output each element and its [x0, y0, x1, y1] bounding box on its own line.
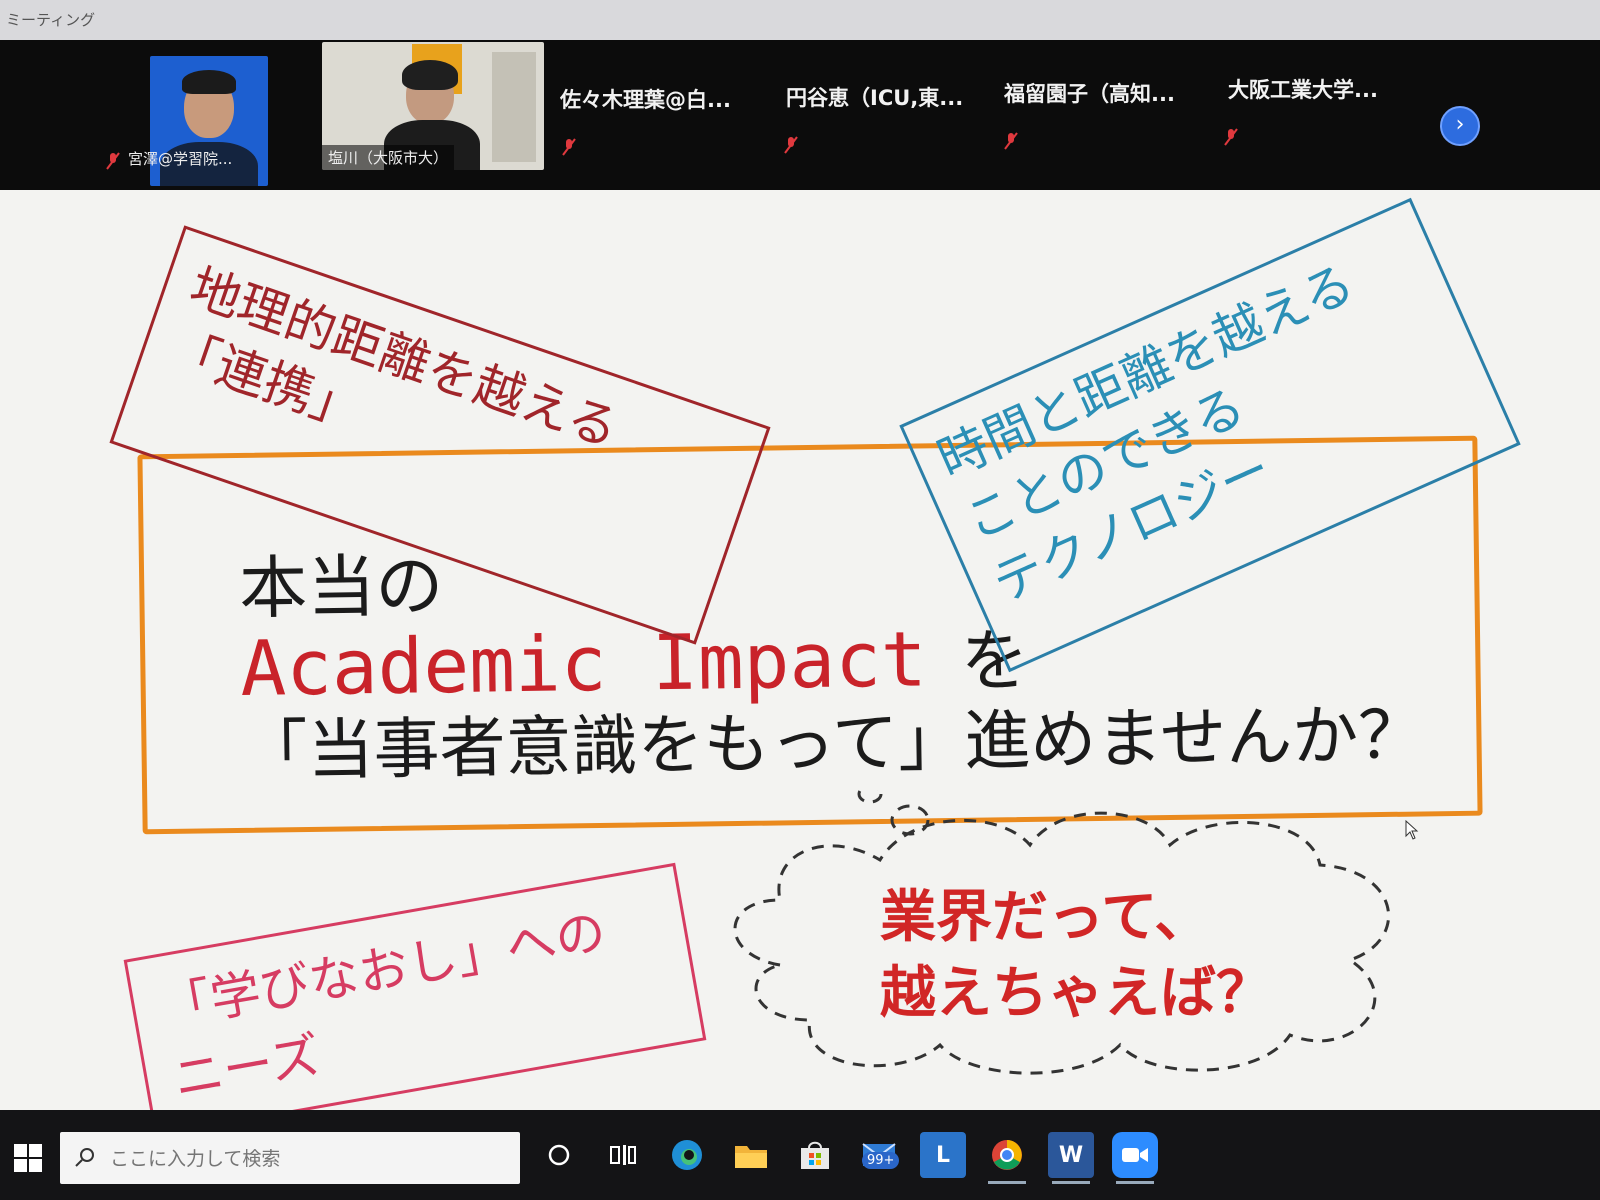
participant-name: 塩川（大阪市大） [322, 145, 455, 170]
learn-box-text: 「学びなおし」への ニーズ [155, 896, 623, 1116]
participant-name[interactable]: 佐々木理葉@白... [560, 84, 770, 114]
participant-name[interactable]: 大阪工業大学... [1228, 74, 1438, 104]
next-participants-button[interactable]: › [1440, 106, 1480, 146]
lync-icon[interactable]: L [920, 1132, 966, 1178]
task-view-icon[interactable] [600, 1132, 646, 1178]
active-app-indicator [1052, 1181, 1090, 1184]
window-title-bar: ミーティング [0, 0, 1600, 40]
active-app-indicator [988, 1181, 1026, 1184]
mic-muted-icon [1004, 132, 1018, 150]
lync-label: L [935, 1142, 951, 1168]
cloud-text: 業界だって、 越えちゃえば？ [880, 880, 1272, 1032]
word-label: W [1058, 1142, 1084, 1168]
cloud-line-1: 業界だって、 [880, 885, 1211, 950]
search-input[interactable] [108, 1142, 492, 1176]
window-title: ミーティング [6, 11, 96, 29]
taskbar-search[interactable] [60, 1132, 520, 1184]
participant-name[interactable]: 福留園子（高知... [1004, 78, 1214, 108]
word-icon[interactable]: W [1048, 1132, 1094, 1184]
active-app-indicator [1116, 1181, 1154, 1184]
relearning-box: 「学びなおし」への ニーズ [123, 862, 707, 1138]
participant-strip: 宮澤@学習院... 塩川（大阪市大） 佐々木理葉@白... 円谷恵（ICU,東.… [0, 40, 1600, 190]
windows-taskbar: 99+ L W [0, 1110, 1600, 1200]
mouse-pointer-icon [1405, 820, 1419, 840]
mic-muted-icon [562, 138, 576, 156]
mail-unread-badge: 99+ [862, 1152, 900, 1169]
windows-start-icon[interactable] [14, 1144, 42, 1172]
zoom-icon[interactable] [1112, 1132, 1158, 1184]
cortana-icon[interactable] [536, 1132, 582, 1178]
chrome-icon[interactable] [984, 1132, 1030, 1184]
edge-browser-icon[interactable] [664, 1132, 710, 1178]
chevron-right-icon: › [1455, 112, 1465, 137]
geo-box-text: 地理的距離を越える 「連携」 [160, 254, 627, 525]
participant-video-tile[interactable]: 塩川（大阪市大） [322, 42, 544, 170]
shared-slide: 本当の Academic Impact を 「当事者意識をもって」進めませんか？ … [0, 190, 1600, 1138]
participant-name[interactable]: 円谷恵（ICU,東... [786, 82, 996, 112]
mic-muted-icon [1224, 128, 1238, 146]
mic-muted-icon [784, 136, 798, 154]
cloud-line-2: 越えちゃえば？ [880, 961, 1272, 1026]
main-line-3: 「当事者意識をもって」進めませんか？ [241, 696, 1425, 790]
mic-muted-icon [106, 152, 120, 170]
search-icon [75, 1148, 94, 1167]
store-icon[interactable] [792, 1132, 838, 1178]
participant-name: 宮澤@学習院... [128, 150, 233, 168]
file-explorer-icon[interactable] [728, 1132, 774, 1178]
